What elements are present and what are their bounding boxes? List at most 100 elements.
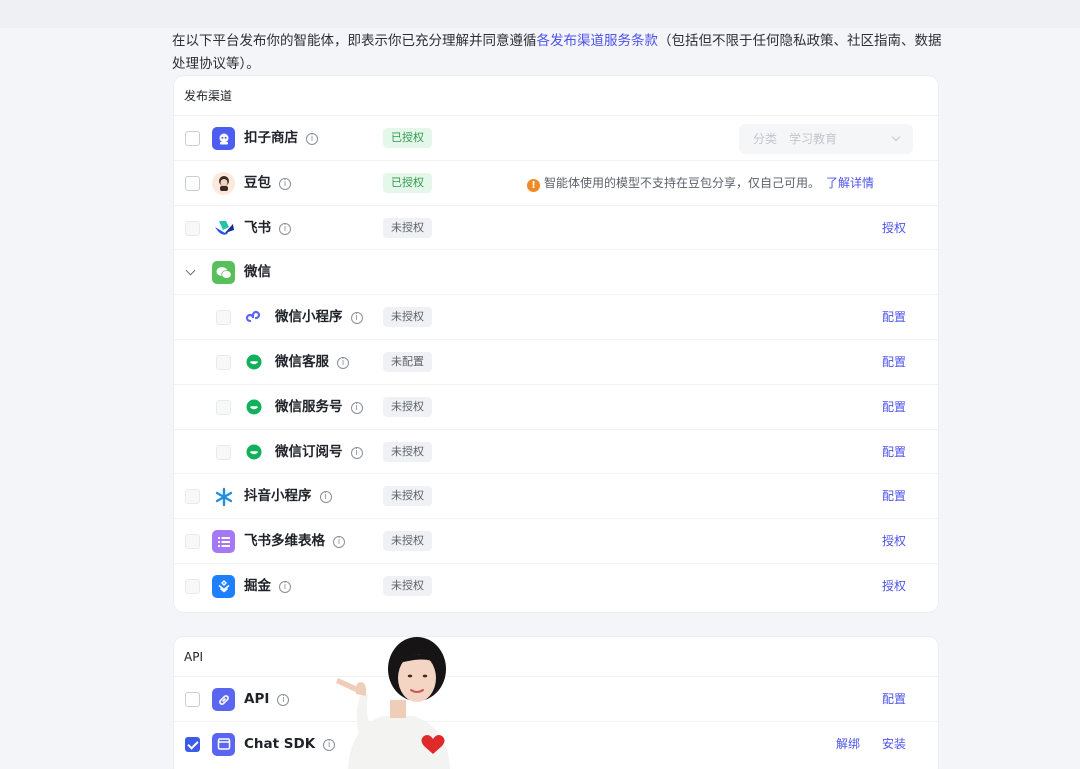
- info-icon[interactable]: i: [279, 222, 291, 235]
- juejin-name: 掘金 i: [244, 564, 291, 608]
- api-card: API API i 配置 Chat SDK i 解绑 安装: [174, 637, 938, 769]
- wechat-service-account-name: 微信服务号 i: [275, 385, 363, 429]
- feishu-bitable-authorize-button[interactable]: 授权: [882, 519, 906, 563]
- channel-row-douyin-mini-program: 抖音小程序 i 未授权 配置: [174, 474, 938, 520]
- learn-more-link[interactable]: 了解详情: [826, 176, 874, 190]
- wechat-customer-service-name: 微信客服 i: [275, 340, 349, 384]
- top-strip: [0, 0, 1080, 28]
- info-icon[interactable]: i: [279, 177, 291, 190]
- feishu-bitable-checkbox[interactable]: [185, 534, 200, 550]
- chevron-down-icon: [891, 132, 901, 142]
- wechat-subscription-account-config-button[interactable]: 配置: [882, 430, 906, 474]
- feishu-name: 飞书 i: [244, 206, 291, 250]
- juejin-checkbox[interactable]: [185, 578, 200, 594]
- category-select[interactable]: 分类 学习教育: [739, 124, 913, 154]
- api-link-icon: [212, 688, 235, 711]
- kouzi-store-status-badge: 已授权: [383, 128, 432, 148]
- feishu-status-badge: 未授权: [383, 217, 432, 238]
- api-header: API: [174, 637, 938, 677]
- juejin-icon: [212, 574, 235, 598]
- wechat-bubble-icon: [244, 352, 264, 372]
- wechat-mini-program-checkbox[interactable]: [216, 310, 231, 326]
- wechat-bubble-icon: [244, 442, 264, 462]
- doubao-warning-text: 智能体使用的模型不支持在豆包分享，仅自己可用。: [544, 175, 821, 190]
- feishu-bitable-name: 飞书多维表格 i: [244, 519, 345, 563]
- channel-row-juejin: 掘金 i 未授权 授权: [174, 564, 938, 609]
- channel-row-wechat-customer-service: 微信客服 i 未配置 配置: [174, 340, 938, 385]
- info-icon[interactable]: i: [306, 133, 318, 145]
- info-icon[interactable]: i: [350, 312, 363, 325]
- channel-row-chat-sdk: Chat SDK i 解绑 安装: [174, 722, 938, 767]
- mini-program-icon: [244, 307, 264, 327]
- wechat-mini-program-config-button[interactable]: 配置: [882, 295, 906, 339]
- channel-row-wechat-subscription-account: 微信订阅号 i 未授权 配置: [174, 430, 938, 475]
- wechat-customer-service-checkbox[interactable]: [216, 354, 231, 370]
- douyin-mini-program-config-button[interactable]: 配置: [882, 474, 906, 518]
- chat-sdk-install-button[interactable]: 安装: [882, 722, 906, 766]
- channel-row-api: API i 配置: [174, 677, 938, 722]
- api-config-button[interactable]: 配置: [882, 677, 906, 721]
- douyin-mini-program-name: 抖音小程序 i: [244, 474, 332, 518]
- feishu-icon: [212, 217, 235, 240]
- doubao-avatar-icon: [212, 171, 235, 195]
- douyin-mini-program-icon: [212, 485, 235, 508]
- doubao-checkbox[interactable]: [185, 175, 200, 191]
- chat-sdk-checkbox[interactable]: [185, 736, 200, 752]
- info-icon[interactable]: i: [350, 401, 363, 414]
- chat-sdk-window-icon: [212, 732, 235, 756]
- feishu-checkbox[interactable]: [185, 220, 200, 236]
- channel-row-wechat-mini-program: 微信小程序 i 未授权 配置: [174, 295, 938, 340]
- chevron-down-icon[interactable]: [185, 265, 196, 276]
- feishu-bitable-status-badge: 未授权: [383, 531, 432, 552]
- info-icon[interactable]: i: [277, 694, 290, 706]
- warning-icon: !: [527, 178, 540, 192]
- category-select-label: 分类: [753, 132, 778, 146]
- intro-prefix: 在以下平台发布你的智能体，即表示你已充分理解并同意遵循: [172, 33, 537, 49]
- kouzi-store-icon: [212, 127, 235, 150]
- channel-row-wechat-service-account: 微信服务号 i 未授权 配置: [174, 385, 938, 430]
- channel-row-wechat-group: 微信: [174, 250, 938, 296]
- publish-channels-card: 发布渠道 扣子商店 i 已授权 分类 学习教育 豆包 i 已授权 ! 智能体使用的模型不…: [174, 76, 938, 612]
- api-name: API i: [244, 677, 290, 721]
- publish-intro-text: 在以下平台发布你的智能体，即表示你已充分理解并同意遵循各发布渠道服务条款（包括但…: [172, 30, 952, 76]
- channels-header: 发布渠道: [174, 76, 938, 116]
- wechat-customer-service-status-badge: 未配置: [383, 351, 432, 372]
- feishu-authorize-button[interactable]: 授权: [882, 206, 906, 250]
- channel-row-feishu-bitable: 飞书多维表格 i 未授权 授权: [174, 519, 938, 564]
- wechat-subscription-account-status-badge: 未授权: [383, 441, 432, 462]
- wechat-service-account-status-badge: 未授权: [383, 396, 432, 417]
- wechat-subscription-account-name: 微信订阅号 i: [275, 430, 363, 474]
- info-icon[interactable]: i: [319, 491, 332, 504]
- douyin-mini-program-status-badge: 未授权: [383, 486, 432, 507]
- wechat-service-account-checkbox[interactable]: [216, 399, 231, 415]
- chat-sdk-name: Chat SDK i: [244, 722, 336, 766]
- juejin-authorize-button[interactable]: 授权: [882, 564, 906, 608]
- wechat-bubble-icon: [244, 397, 264, 417]
- wechat-mini-program-name: 微信小程序 i: [275, 295, 363, 339]
- feishu-bitable-icon: [212, 530, 235, 554]
- wechat-icon: [212, 261, 235, 285]
- wechat-subscription-account-checkbox[interactable]: [216, 444, 231, 460]
- info-icon[interactable]: i: [333, 536, 345, 549]
- kouzi-store-name: 扣子商店 i: [244, 116, 318, 160]
- channel-row-doubao: 豆包 i 已授权 ! 智能体使用的模型不支持在豆包分享，仅自己可用。 了解详情: [174, 161, 938, 206]
- info-icon[interactable]: i: [279, 580, 291, 593]
- channel-row-kouzi-store: 扣子商店 i 已授权 分类 学习教育: [174, 116, 938, 161]
- doubao-name: 豆包 i: [244, 161, 291, 205]
- info-icon[interactable]: i: [350, 446, 363, 459]
- doubao-warning: ! 智能体使用的模型不支持在豆包分享，仅自己可用。 了解详情: [527, 161, 874, 205]
- info-icon[interactable]: i: [337, 356, 349, 369]
- kouzi-store-checkbox[interactable]: [185, 131, 200, 146]
- doubao-status-badge: 已授权: [383, 172, 432, 193]
- wechat-customer-service-config-button[interactable]: 配置: [882, 340, 906, 384]
- presenter-overlay-image: [330, 636, 462, 769]
- category-select-value: 学习教育: [789, 132, 838, 146]
- wechat-mini-program-status-badge: 未授权: [383, 307, 432, 328]
- api-checkbox[interactable]: [185, 692, 200, 707]
- wechat-name: 微信: [244, 264, 271, 281]
- channel-row-feishu: 飞书 i 未授权 授权: [174, 206, 938, 251]
- chat-sdk-unbind-button[interactable]: 解绑: [836, 722, 860, 766]
- terms-link[interactable]: 各发布渠道服务条款: [537, 33, 659, 49]
- wechat-service-account-config-button[interactable]: 配置: [882, 385, 906, 429]
- douyin-mini-program-checkbox[interactable]: [185, 489, 200, 505]
